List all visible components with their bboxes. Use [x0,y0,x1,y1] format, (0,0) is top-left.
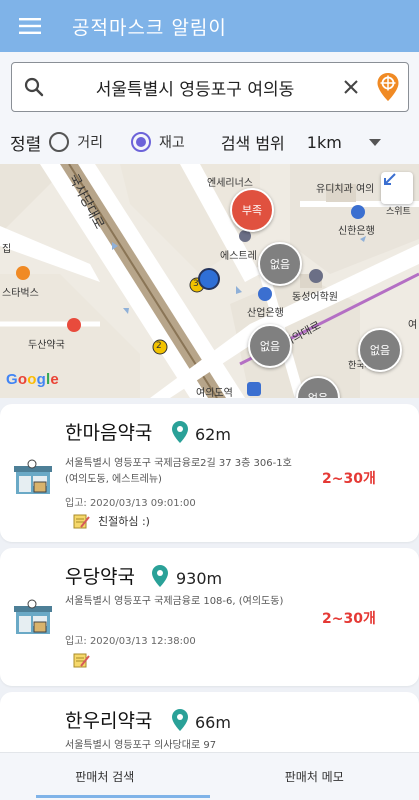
map-label-yudichi: 유디치과 여의 [316,184,375,195]
map-label-enseries: 엔세리너스 [207,178,253,189]
close-icon[interactable] [334,63,368,111]
filter-row: 정렬 거리 재고 검색 범위 1km [0,120,419,164]
location-pin-icon [172,709,188,731]
menu-icon[interactable] [0,0,60,52]
radio-stock[interactable] [131,132,152,152]
app-bar: 공적마스크 알림이 [0,0,419,52]
radius-label: 검색 범위 [220,134,285,153]
memo-text: 친절하심 :) [98,515,150,528]
memo-icon [73,653,90,668]
app-root: 공적마스크 알림이 정렬 거리 재고 검색 범위 1km [0,0,419,800]
map-label-jip: 집 [2,244,12,255]
chevron-down-icon [368,138,381,146]
map-label-dongseong: 동성어학원 [292,292,338,303]
map-marker-empty[interactable]: 없음 [248,324,292,368]
tab-store-search[interactable]: 판매처 검색 [0,753,210,800]
radio-distance-label: 거리 [77,135,104,151]
pharmacy-card[interactable]: 한마음약국 62m 서울특별시 영등포구 국제금융로2길 37 3층 306-1… [0,404,419,542]
pharmacy-distance: 62m [195,425,231,444]
pharmacy-address: 서울특별시 영등포구 의사당대로 97 [65,740,217,751]
pharmacy-address: 서울특별시 영등포구 국제금융로2길 37 3층 306-1호 (여의도동, 에… [65,458,292,485]
map-label-starbucks: 스타벅스 [2,288,39,299]
map-label-bank: 신한은행 [338,226,375,237]
pharmacy-name: 우당약국 [65,566,135,588]
google-logo: Google [6,371,59,388]
search-box [11,62,409,112]
map-marker-empty[interactable]: 없음 [358,328,402,372]
tab-store-memo[interactable]: 판매처 메모 [210,753,419,800]
pharmacy-stock-date: 입고: 2020/03/13 12:38:00 [65,636,196,647]
map-label-esteu: 에스트레 [220,251,257,262]
pharmacy-memo [72,651,90,669]
map-label-sanup: 산업은행 [247,308,284,319]
route-badge-2: 2 [156,341,162,351]
pharmacy-icon [14,459,52,494]
radio-distance[interactable] [49,132,70,152]
radius-dropdown[interactable]: 1km [307,133,381,152]
pharmacy-address: 서울특별시 영등포구 국제금융로 108-6, (여의도동) [65,596,284,607]
pharmacy-list[interactable]: 한마음약국 62m 서울특별시 영등포구 국제금융로2길 37 3층 306-1… [0,398,419,752]
pharmacy-name: 한마음약국 [65,422,153,444]
radio-stock-label: 재고 [159,135,185,151]
stock-status: 2~30개 [322,611,376,627]
search-input[interactable] [56,77,334,97]
radius-value: 1km [306,132,342,152]
map-label-suite: 스위트 [386,207,411,217]
map-label-eo: 여 [408,320,418,331]
pharmacy-icon [14,599,52,634]
location-pin-icon [172,421,188,443]
memo-icon [73,514,90,529]
app-title: 공적마스크 알림이 [72,16,227,39]
bottom-nav: 판매처 검색 판매처 메모 [0,752,419,800]
search-bar-container [0,52,419,120]
location-pin-icon [152,565,168,587]
pharmacy-card[interactable]: 한우리약국 66m 서울특별시 영등포구 의사당대로 97 [0,692,419,752]
stock-status: 2~30개 [322,471,376,487]
pharmacy-stock-date: 입고: 2020/03/13 09:01:00 [65,498,196,509]
current-location-dot [198,268,220,290]
pharmacy-distance: 930m [176,569,223,588]
sort-option-stock[interactable]: 재고 [131,132,185,152]
map-label-subway: 여의도역 [196,388,233,398]
collapse-map-icon[interactable] [381,172,413,204]
location-pin-icon[interactable] [368,63,408,111]
map-label-doosan: 두산약국 [28,340,65,351]
sort-option-distance[interactable]: 거리 [49,132,103,152]
pharmacy-card[interactable]: 우당약국 930m 서울특별시 영등포구 국제금융로 108-6, (여의도동)… [0,548,419,686]
pharmacy-name: 한우리약국 [65,710,153,732]
map-marker-low[interactable]: 부족 [230,188,274,232]
sort-label: 정렬 [10,134,42,155]
search-icon[interactable] [12,63,56,111]
map-view[interactable]: 국사당대로 엔세리너스 유디치과 여의 스위트 신한은행 에스트레 동성어학원 … [0,164,419,398]
pharmacy-distance: 66m [195,713,231,732]
map-marker-empty[interactable]: 없음 [258,242,302,286]
pharmacy-memo: 친절하심 :) [72,512,150,530]
